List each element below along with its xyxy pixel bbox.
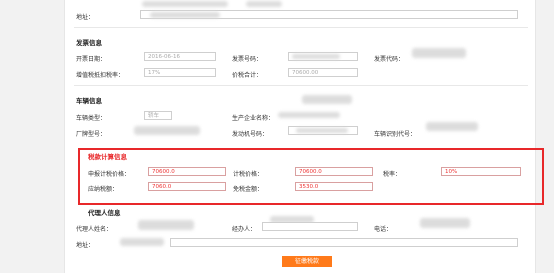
phone-label: 电话： [374,226,393,233]
invoice-number-label: 发票号码： [232,56,263,63]
taxable-price-label: 计税价格： [233,171,264,178]
manufacturer-label: 生产企业名称： [232,115,275,122]
redacted-block [296,128,348,133]
exempt-amount-input[interactable]: 3530.0 [295,182,373,191]
vin-label: 车辆识别代号： [374,131,417,138]
divider [74,27,528,28]
declared-price-input[interactable]: 70600.0 [148,167,226,176]
vehicle-type-label: 车辆类型： [76,115,107,122]
price-total-label: 价税合计： [232,72,263,79]
vat-rate-label: 增值税抵扣税率： [76,72,125,79]
tax-section-highlight [78,148,544,205]
redacted-block [120,238,164,246]
redacted-block [426,122,478,131]
declared-price-label: 申报计税价格： [88,171,131,178]
handler-input[interactable] [262,222,358,231]
issue-date-input[interactable]: 2016-06-16 [144,52,216,61]
submit-tax-button[interactable]: 征缴税款 [282,256,332,267]
redacted-block [246,1,282,7]
redacted-block [138,220,194,230]
exempt-amount-label: 免税金额： [233,186,264,193]
vehicle-section-title: 车辆信息 [76,97,102,105]
agent-address-label: 地址： [76,242,95,249]
agent-address-input[interactable] [170,238,518,247]
redacted-block [420,218,470,228]
vat-rate-input[interactable]: 17% [144,68,216,77]
tax-section-title: 税款计算信息 [88,153,127,161]
form-sheet [64,0,536,273]
handler-label: 经办人： [232,226,257,233]
tax-rate-input[interactable]: 10% [441,167,521,176]
engine-number-label: 发动机号码： [232,131,269,138]
invoice-code-label: 发票代码： [374,56,405,63]
agent-name-label: 代理人姓名： [76,226,113,233]
price-total-input[interactable]: 70600.00 [288,68,358,77]
redacted-block [302,95,352,104]
vehicle-type-input[interactable]: 轿车 [144,111,172,120]
redacted-block [278,112,340,118]
redacted-block [150,12,220,18]
redacted-block [412,48,466,58]
divider [74,85,528,86]
redacted-block [142,1,228,7]
redacted-block [292,54,340,59]
taxable-price-input[interactable]: 70600.0 [295,167,373,176]
tax-due-input[interactable]: 7060.0 [148,182,226,191]
issue-date-label: 开票日期： [76,56,107,63]
redacted-block [134,126,200,135]
tax-rate-label: 税率： [383,171,402,178]
top-address-label: 地址： [76,14,95,21]
tax-due-label: 应纳税额： [88,186,119,193]
model-label: 厂牌型号： [76,131,107,138]
agent-section-title: 代理人信息 [88,209,121,217]
invoice-section-title: 发票信息 [76,39,102,47]
